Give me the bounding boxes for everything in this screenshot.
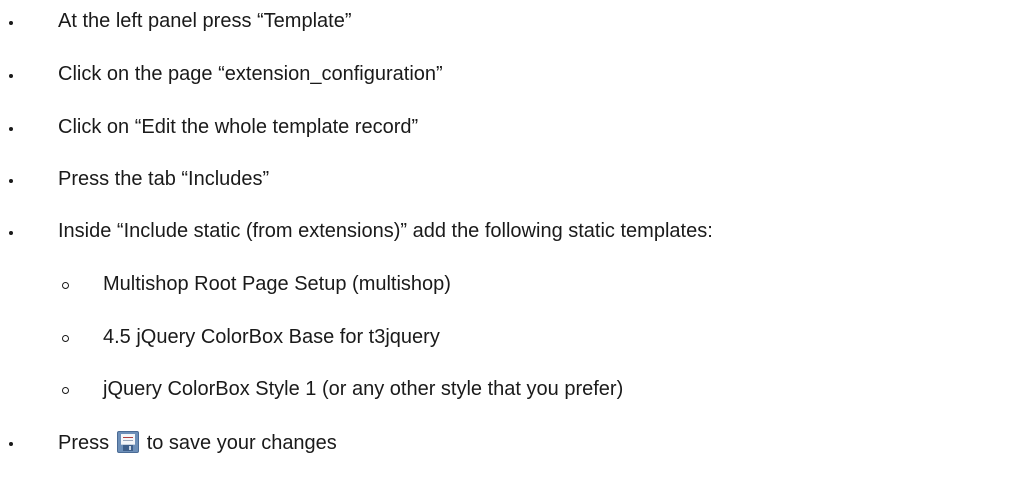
bullet-icon [9,179,13,183]
step-text: Click on the page “extension_configurati… [58,63,443,85]
sub-step-text: 4.5 jQuery ColorBox Base for t3jquery [103,326,440,348]
hollow-bullet-icon [62,282,69,289]
step-text: At the left panel press “Template” [58,10,352,32]
step-text: Press the tab “Includes” [58,168,270,190]
bullet-icon [9,74,13,78]
bullet-icon [9,442,13,446]
step-text: Press to save your changes [58,431,337,455]
bullet-icon [9,21,13,25]
sub-step-text: jQuery ColorBox Style 1 (or any other st… [103,378,624,400]
hollow-bullet-icon [62,387,69,394]
bullet-icon [9,127,13,131]
step-text: Click on “Edit the whole template record… [58,116,419,138]
step-text-after-icon: to save your changes [146,432,337,454]
save-icon [117,431,140,453]
hollow-bullet-icon [62,335,69,342]
step-text-before-icon: Press [58,432,110,454]
sub-step-text: Multishop Root Page Setup (multishop) [103,273,451,295]
step-text: Inside “Include static (from extensions)… [58,220,713,242]
bullet-icon [9,231,13,235]
